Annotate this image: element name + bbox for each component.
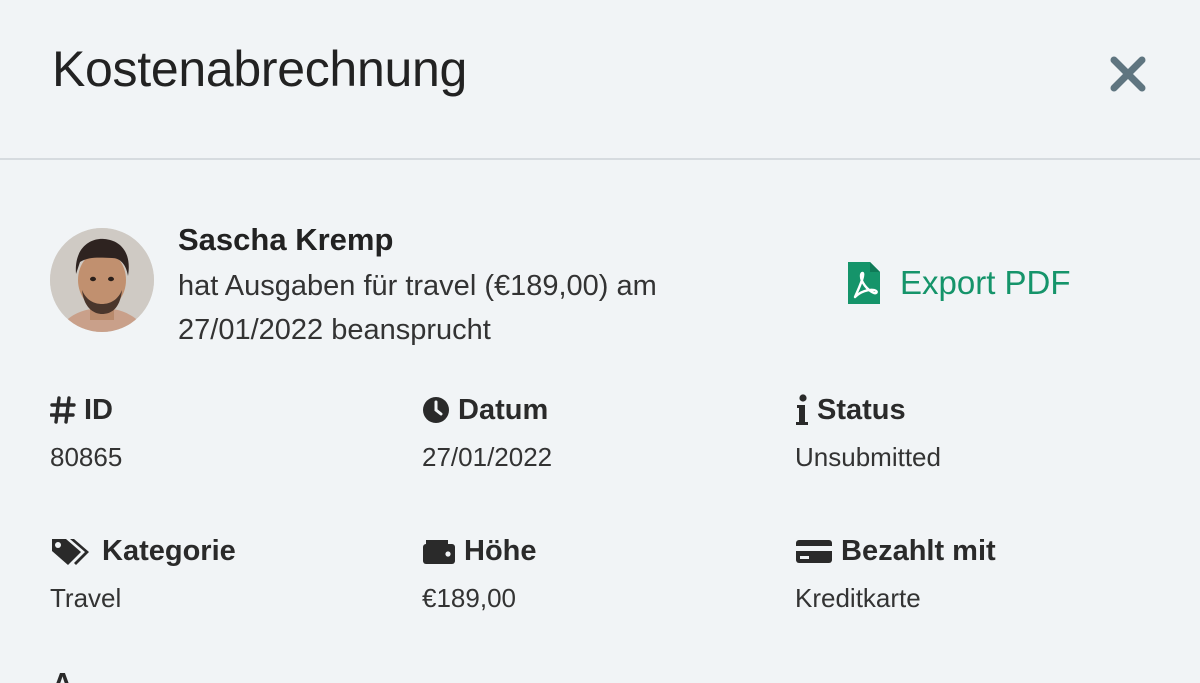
field-label-category: Kategorie — [102, 534, 236, 567]
field-value-id: 80865 — [50, 442, 123, 472]
pdf-file-icon — [846, 260, 882, 306]
tags-icon — [50, 536, 94, 566]
field-value-paid-with: Kreditkarte — [795, 583, 921, 613]
field-status: Status Unsubmitted — [795, 390, 1135, 473]
field-label-status: Status — [817, 393, 906, 426]
credit-card-icon — [795, 537, 833, 565]
export-pdf-label: Export PDF — [900, 264, 1071, 301]
field-label-date: Datum — [458, 393, 549, 426]
hash-icon — [50, 396, 76, 424]
field-value-category: Travel — [50, 583, 122, 613]
field-date: Datum 27/01/2022 — [422, 390, 762, 473]
expense-claim-panel: Kostenabrechnung Sascha Kremp hat Ausgab… — [0, 0, 1200, 683]
avatar — [50, 228, 154, 332]
field-id: ID 80865 — [50, 390, 390, 473]
claim-description: hat Ausgaben für travel (€189,00) am 27/… — [178, 270, 657, 346]
field-amount: Höhe €189,00 — [422, 531, 762, 614]
field-label-amount: Höhe — [464, 534, 537, 567]
info-icon — [795, 394, 809, 426]
page-title: Kostenabrechnung — [52, 41, 467, 97]
field-label-id: ID — [84, 393, 113, 426]
panel-header: Kostenabrechnung — [0, 0, 1200, 160]
close-button[interactable] — [1108, 54, 1148, 94]
field-category: Kategorie Travel — [50, 531, 390, 614]
user-name: Sascha Kremp — [178, 222, 394, 257]
next-section-label: A — [52, 668, 73, 683]
claim-summary: Sascha Kremp hat Ausgaben für travel (€1… — [50, 222, 1150, 352]
field-paid-with: Bezahlt mit Kreditkarte — [795, 531, 1135, 614]
field-value-status: Unsubmitted — [795, 442, 941, 472]
export-pdf-button[interactable]: Export PDF — [846, 258, 1071, 308]
field-label-paid-with: Bezahlt mit — [841, 534, 996, 567]
wallet-icon — [422, 537, 456, 565]
clock-icon — [422, 396, 450, 424]
field-value-amount: €189,00 — [422, 583, 516, 613]
close-icon — [1108, 54, 1148, 94]
field-value-date: 27/01/2022 — [422, 442, 553, 472]
